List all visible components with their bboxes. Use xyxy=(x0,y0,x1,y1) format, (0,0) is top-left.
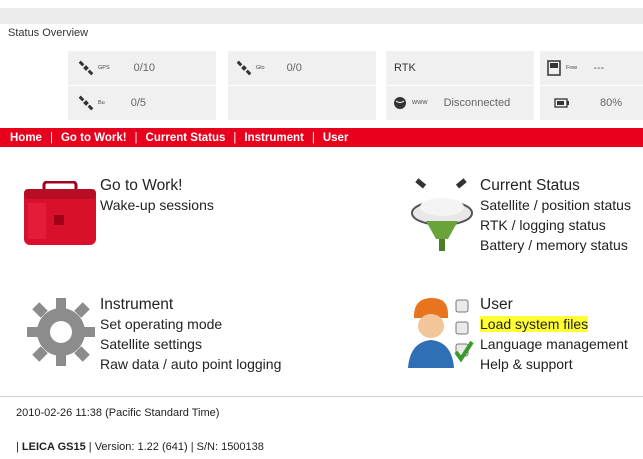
wake-up-sessions-link[interactable]: Wake-up sessions xyxy=(100,195,260,215)
main-nav: Home | Go to Work! | Current Status | In… xyxy=(0,128,643,147)
user-icon[interactable] xyxy=(408,296,474,370)
satellite-icon xyxy=(236,60,252,76)
battery-value: 80% xyxy=(600,97,623,109)
www-value: Disconnected xyxy=(443,97,511,109)
toolbox-icon[interactable] xyxy=(22,181,98,247)
battery-icon xyxy=(554,95,570,111)
load-system-files-link[interactable]: Load system files xyxy=(480,314,643,334)
www-cell: WWW Disconnected xyxy=(386,86,534,120)
set-operating-mode-link[interactable]: Set operating mode xyxy=(100,314,320,334)
receiver-icon[interactable] xyxy=(408,177,478,253)
footer-serial: S/N: 1500138 xyxy=(196,441,264,453)
nav-instrument[interactable]: Instrument xyxy=(244,132,303,144)
glo-label: Glo xyxy=(256,65,265,71)
footer-datetime: 2010-02-26 11:38 (Pacific Standard Time) xyxy=(16,407,220,419)
status-grid: GPS 0/10 Glo 0/0 RTK Free --- Bu 0/5 WWW… xyxy=(0,45,643,120)
globe-icon xyxy=(392,95,408,111)
language-management-link[interactable]: Language management xyxy=(480,334,643,354)
nav-separator: | xyxy=(311,131,315,144)
page-title: Status Overview xyxy=(8,27,89,39)
satellite-icon xyxy=(78,95,94,111)
gps-value: 0/10 xyxy=(133,62,156,74)
footer-product: LEICA GS15 xyxy=(21,441,86,453)
rtk-label: RTK xyxy=(394,62,416,74)
glo-cell: Glo 0/0 xyxy=(228,51,376,85)
battery-cell: 80% xyxy=(540,86,643,120)
header-bar xyxy=(0,8,643,24)
satellite-settings-link[interactable]: Satellite settings xyxy=(100,334,320,354)
footer-separator: | xyxy=(85,441,95,453)
nav-separator: | xyxy=(134,131,138,144)
status-title[interactable]: Current Status xyxy=(480,177,643,195)
nav-separator: | xyxy=(233,131,237,144)
free-cell: Free --- xyxy=(540,51,643,85)
www-label: WWW xyxy=(412,100,428,106)
footer-version-text: Version: 1.22 (641) xyxy=(94,441,188,453)
nav-go-to-work[interactable]: Go to Work! xyxy=(61,132,127,144)
satellite-icon xyxy=(78,60,94,76)
bu-cell: Bu 0/5 xyxy=(68,86,216,120)
gps-label: GPS xyxy=(98,65,110,71)
rtk-logging-link[interactable]: RTK / logging status xyxy=(480,215,643,235)
nav-home[interactable]: Home xyxy=(10,132,42,144)
memory-card-icon xyxy=(546,60,562,76)
instrument-title[interactable]: Instrument xyxy=(100,296,320,314)
battery-memory-link[interactable]: Battery / memory status xyxy=(480,235,643,255)
footer-separator: | xyxy=(187,441,197,453)
footer-divider xyxy=(0,396,643,397)
empty-cell xyxy=(228,86,376,120)
gear-icon[interactable] xyxy=(26,296,96,368)
bu-value: 0/5 xyxy=(130,97,147,109)
gps-cell: GPS 0/10 xyxy=(68,51,216,85)
free-label: Free xyxy=(566,65,578,71)
nav-user[interactable]: User xyxy=(323,132,349,144)
bu-label: Bu xyxy=(98,100,105,106)
work-title[interactable]: Go to Work! xyxy=(100,177,260,195)
footer-version: | LEICA GS15 | Version: 1.22 (641) | S/N… xyxy=(16,441,264,453)
free-value: --- xyxy=(593,62,605,74)
nav-separator: | xyxy=(49,131,53,144)
help-support-link[interactable]: Help & support xyxy=(480,354,643,374)
user-title[interactable]: User xyxy=(480,296,643,314)
nav-current-status[interactable]: Current Status xyxy=(146,132,226,144)
satellite-position-link[interactable]: Satellite / position status xyxy=(480,195,643,215)
raw-data-logging-link[interactable]: Raw data / auto point logging xyxy=(100,354,320,374)
glo-value: 0/0 xyxy=(286,62,302,74)
rtk-cell: RTK xyxy=(386,51,534,85)
load-system-files-label: Load system files xyxy=(480,316,589,332)
